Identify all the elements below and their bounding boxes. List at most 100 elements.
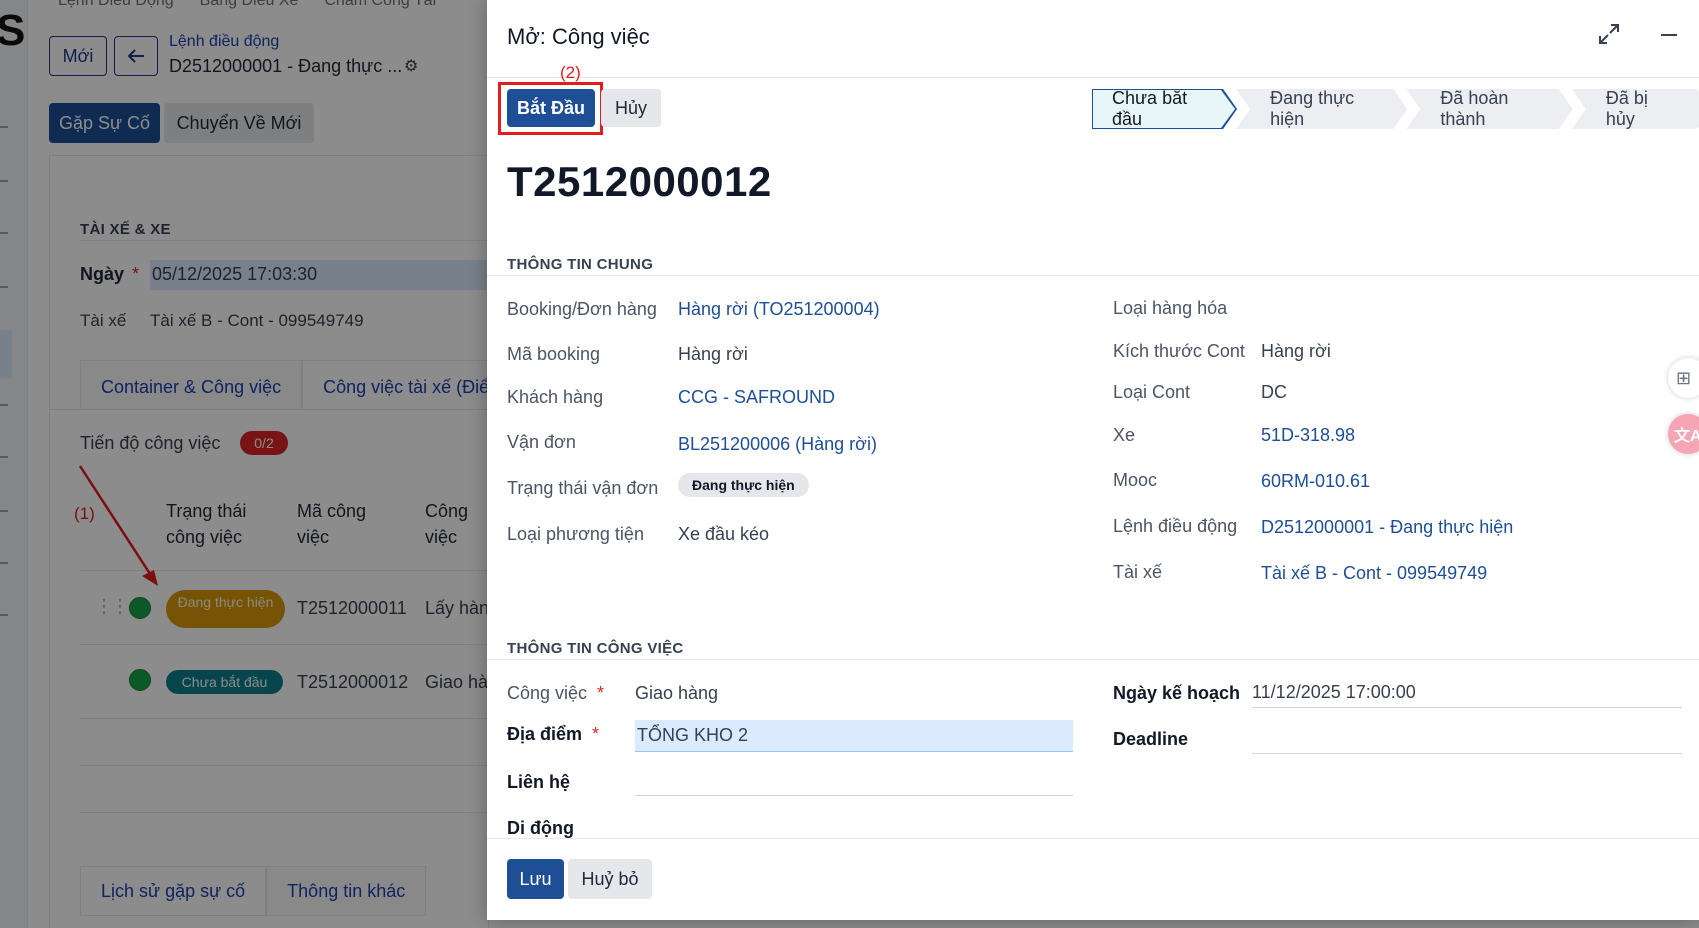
breadcrumb-current: D2512000001 - Đang thực ... — [169, 56, 403, 76]
booking-code-value: Hàng rời — [678, 344, 748, 364]
stage-not-started[interactable]: Chưa bắt đầu — [1092, 89, 1237, 129]
stage-cancelled[interactable]: Đã bị hủy — [1571, 88, 1699, 129]
header-line: công việc — [166, 527, 243, 547]
column-header-code[interactable]: Mã công việc — [297, 498, 366, 550]
stage-done[interactable]: Đã hoàn thành — [1406, 89, 1573, 129]
location-field[interactable]: TỔNG KHO 2 — [635, 720, 1073, 752]
cont-size-value: Hàng rời — [1261, 341, 1331, 361]
driver-link[interactable]: Tài xế B - Cont - 099549749 — [1261, 563, 1487, 584]
rail-menu-icon[interactable] — [0, 286, 8, 294]
status-bar: Chưa bắt đầu Đang thực hiện Đã hoàn thàn… — [1093, 89, 1699, 129]
truck-link[interactable]: 51D-318.98 — [1261, 425, 1355, 446]
job-value: Giao hàng — [635, 683, 719, 703]
location-label-text: Địa điểm — [507, 724, 583, 744]
new-button[interactable]: Mới — [49, 36, 107, 76]
booking-link[interactable]: Hàng rời (TO251200004) — [678, 299, 880, 320]
tab-divider — [49, 409, 489, 410]
minimize-icon[interactable] — [1657, 22, 1687, 52]
section-title-job: THÔNG TIN CÔNG VIỆC — [507, 640, 684, 657]
cont-type-label: Loại Cont — [1113, 382, 1191, 402]
truck-label: Xe — [1113, 425, 1136, 445]
annotation-highlight-box — [498, 82, 603, 135]
trailer-label: Mooc — [1113, 470, 1158, 490]
column-header-job[interactable]: Công việc — [425, 498, 468, 550]
cont-size-label: Kích thước Cont — [1113, 341, 1245, 361]
rail-menu-icon[interactable] — [0, 232, 8, 240]
bill-of-lading-link[interactable]: BL251200006 (Hàng rời) — [678, 434, 877, 455]
table-cell-code: T2512000012 — [297, 672, 409, 692]
back-button[interactable] — [114, 36, 158, 76]
report-incident-button[interactable]: Gặp Sự Cố — [49, 103, 160, 143]
status-dot — [129, 669, 151, 691]
stage-in-progress[interactable]: Đang thực hiện — [1236, 89, 1407, 129]
driver-value[interactable]: Tài xế B - Cont - 099549749 — [150, 311, 364, 331]
date-label-text: Ngày — [80, 264, 125, 284]
dispatch-order-link[interactable]: D2512000001 - Đang thực hiện — [1261, 517, 1513, 538]
rail-menu-icon[interactable] — [0, 456, 8, 464]
back-arrow-icon — [127, 49, 144, 63]
reset-to-new-button[interactable]: Chuyển Về Mới — [164, 103, 314, 143]
header-line: việc — [425, 527, 458, 547]
rail-menu-icon[interactable] — [0, 562, 8, 570]
cont-type-value: DC — [1261, 382, 1287, 402]
customer-link[interactable]: CCG - SAFROUND — [678, 387, 835, 408]
progress-badge: 0/2 — [240, 431, 288, 455]
table-row-divider — [80, 812, 489, 813]
breadcrumb-parent[interactable]: Lệnh điều động — [169, 33, 279, 51]
dialog-title: Mở: Công việc — [507, 24, 650, 49]
save-button[interactable]: Lưu — [507, 859, 564, 899]
rail-menu-icon[interactable] — [0, 614, 8, 622]
table-row-divider — [80, 644, 489, 645]
expand-icon[interactable] — [1597, 22, 1627, 52]
bill-of-lading-label: Vận đơn — [507, 432, 576, 452]
booking-code-label: Mã booking — [507, 344, 601, 364]
dispatch-order-label: Lệnh điều động — [1113, 516, 1238, 536]
table-row-divider — [80, 718, 489, 719]
header-line: Công — [425, 501, 469, 521]
rail-menu-icon[interactable] — [0, 510, 8, 518]
discard-button[interactable]: Huỷ bỏ — [568, 859, 652, 899]
section-divider — [487, 659, 1699, 660]
deadline-field[interactable] — [1252, 724, 1682, 754]
booking-label: Booking/Đơn hàng — [507, 299, 657, 319]
header-line: Mã công — [297, 501, 367, 521]
section-divider — [487, 275, 1699, 276]
rail-search-icon[interactable] — [0, 126, 8, 134]
trailer-link[interactable]: 60RM-010.61 — [1261, 471, 1370, 492]
rail-menu-icon[interactable] — [0, 180, 8, 188]
contact-label: Liên hệ — [507, 772, 571, 792]
app-logo: S — [0, 6, 26, 55]
table-row-divider — [80, 765, 489, 766]
plan-date-label: Ngày kế hoạch — [1113, 683, 1241, 703]
bottom-tabs: Lịch sử gặp sự cố Thông tin khác — [80, 866, 427, 916]
contact-field[interactable] — [635, 766, 1073, 796]
status-badge: Chưa bắt đầu — [166, 670, 283, 694]
stage-label: Đã bị hủy — [1605, 88, 1648, 129]
column-header-status[interactable]: Trạng thái công việc — [166, 498, 246, 550]
topnav-item[interactable]: Chấm Công Tài — [324, 0, 436, 12]
plan-date-field[interactable]: 11/12/2025 17:00:00 — [1252, 678, 1682, 708]
vehicle-type-label: Loại phương tiện — [507, 524, 644, 544]
topnav-item[interactable]: Bảng Điều Xe — [200, 0, 299, 12]
location-label: Địa điểm * — [507, 724, 599, 745]
job-dialog: Mở: Công việc Bắt Đầu (2) Hủy Chưa bắt đ… — [487, 0, 1699, 920]
deadline-label: Deadline — [1113, 729, 1189, 749]
tab-container-jobs[interactable]: Container & Công việc — [80, 360, 303, 410]
status-dot — [129, 597, 151, 619]
date-field[interactable]: 05/12/2025 17:03:30 — [150, 260, 489, 290]
status-badge: Đang thực hiện — [166, 590, 285, 628]
stage-label: Đang thực hiện — [1270, 88, 1355, 129]
rail-active-item[interactable] — [0, 330, 12, 378]
required-mark: * — [592, 724, 600, 744]
driver-label: Tài xế — [80, 311, 127, 330]
top-navigation: Lệnh Điều Động Bảng Điều Xe Chấm Công Tà… — [28, 0, 436, 12]
gear-icon[interactable]: ⚙ — [404, 56, 418, 76]
cancel-job-button[interactable]: Hủy — [601, 89, 661, 127]
topnav-item[interactable]: Lệnh Điều Động — [58, 0, 174, 12]
date-label: Ngày * — [80, 264, 139, 285]
rail-menu-icon[interactable] — [0, 404, 8, 412]
tab-other-info[interactable]: Thông tin khác — [266, 866, 427, 916]
stage-label: Đã hoàn thành — [1440, 88, 1509, 129]
tab-incident-history[interactable]: Lịch sử gặp sự cố — [80, 866, 267, 916]
header-line: việc — [297, 527, 330, 547]
